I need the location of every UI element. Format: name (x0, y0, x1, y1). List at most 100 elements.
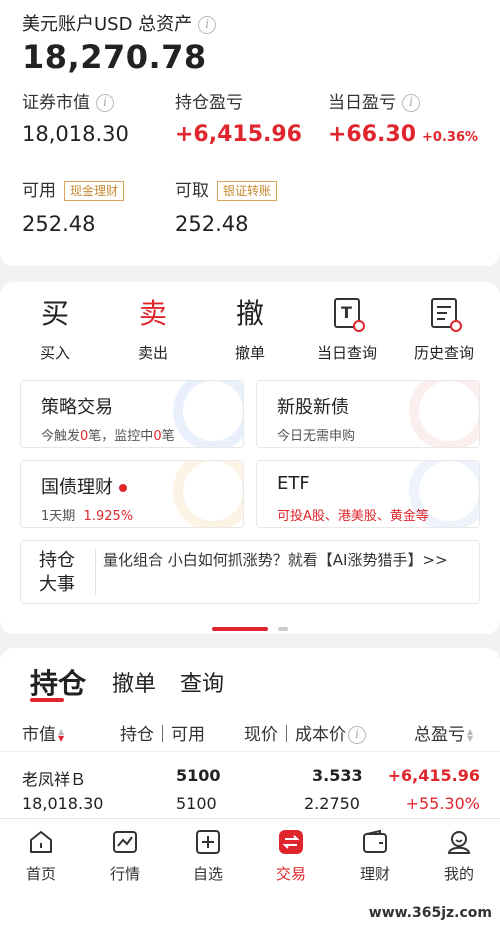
daily-pnl-label: 当日盈亏 (328, 93, 396, 113)
sell-button[interactable]: 卖 卖出 (108, 292, 198, 363)
nav-finance-label: 理财 (359, 865, 390, 883)
sort-icon: ▲ ▼ (58, 727, 65, 743)
cash-finance-tag[interactable]: 现金理财 (64, 181, 125, 201)
divider (95, 549, 96, 595)
available-label: 可用 (22, 181, 56, 201)
etf-sub: 可投A股、港美股、黄金等 (277, 509, 429, 524)
daily-pnl-pct: +0.36% (422, 130, 479, 145)
position-pnl: +6,415.96 (175, 122, 302, 147)
nav-trade[interactable]: 交易 (256, 829, 326, 884)
col-market-value[interactable]: 市值 ▲ ▼ (22, 720, 66, 745)
history-query-label: 历史查询 (413, 344, 474, 362)
market-value-label: 证券市值 (22, 93, 90, 113)
available-label-row: 可用 现金理财 (22, 176, 125, 201)
new-issues-sub: 今日无需申购 (277, 429, 356, 444)
info-icon[interactable]: i (198, 16, 217, 34)
active-tab-indicator (30, 698, 64, 702)
nav-home[interactable]: 首页 (6, 829, 76, 884)
account-title-row: 美元账户USD 总资产 i (22, 10, 217, 36)
sort-icon: ▲ ▼ (467, 727, 474, 743)
new-issues-title: 新股新债 (277, 397, 349, 418)
daily-pnl-row: +66.30 +0.36% (328, 122, 478, 147)
nav-market[interactable]: 行情 (90, 829, 160, 884)
bottom-nav: 首页 行情 自选 交易 理财 我的 www.365jz.com (0, 818, 500, 926)
etf-tile[interactable]: ETF 可投A股、港美股、黄金等 (256, 460, 480, 528)
divider (0, 751, 500, 752)
daily-pnl: +66.30 (328, 122, 417, 147)
nav-home-label: 首页 (25, 865, 56, 883)
home-icon (28, 829, 54, 855)
sell-label: 卖出 (137, 344, 168, 362)
bond-finance-title: 国债理财 (41, 477, 113, 498)
notification-dot (119, 484, 127, 492)
bond-finance-title-row: 国债理财 (41, 473, 127, 499)
wallet-icon (362, 829, 388, 855)
stock-total-pnl: +6,415.96 (387, 766, 480, 785)
watermark-decoration (173, 381, 243, 447)
strategy-trade-title: 策略交易 (41, 397, 113, 418)
cancel-order-icon: 撤 (235, 297, 264, 330)
daily-pnl-label-row: 当日盈亏 i (328, 88, 420, 113)
withdrawable-label: 可取 (175, 181, 209, 201)
sell-icon: 卖 (138, 297, 167, 330)
account-title: 美元账户USD 总资产 (22, 14, 193, 35)
watermark-decoration (409, 381, 479, 447)
col-price-cost[interactable]: 现价｜成本价 i (244, 720, 366, 745)
carousel-dot[interactable] (278, 626, 288, 631)
carousel-dot-active (212, 626, 268, 631)
col-total-pnl[interactable]: 总盈亏 ▲ ▼ (414, 720, 475, 745)
strategy-trade-tile[interactable]: 策略交易 今触发0笔，监控中0笔 (20, 380, 244, 448)
stock-name: 老凤祥Ｂ (22, 770, 87, 789)
today-query-label: 当日查询 (316, 344, 377, 362)
withdrawable-label-row: 可取 银证转账 (175, 176, 278, 201)
plus-box-icon (195, 829, 221, 855)
tab-holdings[interactable]: 持仓 (30, 662, 86, 702)
account-summary-card: 美元账户USD 总资产 i 18,270.78 证券市值 i 18,018.30 持… (0, 0, 500, 266)
nav-market-label: 行情 (109, 865, 140, 883)
tab-query[interactable]: 查询 (180, 666, 224, 698)
strategy-trade-sub: 今触发0笔，监控中0笔 (41, 429, 175, 444)
buy-icon: 买 (40, 297, 69, 330)
nav-mine-label: 我的 (443, 865, 474, 883)
new-issues-tile[interactable]: 新股新债 今日无需申购 (256, 380, 480, 448)
nav-mine[interactable]: 我的 (424, 829, 494, 884)
available-amount: 252.48 (22, 212, 96, 236)
holding-news-text[interactable]: 量化组合 小白如何抓涨势？就看【AI涨势猎手】>> (103, 549, 448, 570)
stock-available: 5100 (176, 794, 217, 813)
user-icon (446, 829, 472, 855)
withdrawable-amount: 252.48 (175, 212, 249, 236)
info-icon[interactable]: i (402, 94, 420, 112)
total-assets: 18,270.78 (22, 38, 207, 76)
today-query-button[interactable]: T 当日查询 (302, 292, 392, 363)
col-position-available[interactable]: 持仓｜可用 (120, 720, 205, 745)
buy-button[interactable]: 买 买入 (10, 292, 100, 363)
stock-cost: 2.2750 (304, 794, 360, 813)
holding-news-banner[interactable]: 持仓大事 量化组合 小白如何抓涨势？就看【AI涨势猎手】>> (20, 540, 480, 604)
today-query-icon: T (302, 292, 392, 336)
trade-icon (278, 829, 304, 855)
buy-label: 买入 (39, 344, 70, 362)
trade-actions-card: 买 买入 卖 卖出 撤 撤单 T 当日查询 历史查询 策略交易 今触发0笔，监控… (0, 282, 500, 634)
etf-title: ETF (277, 473, 310, 494)
carousel-indicator (0, 618, 500, 637)
history-query-button[interactable]: 历史查询 (399, 292, 489, 363)
nav-finance[interactable]: 理财 (340, 829, 410, 884)
site-watermark: www.365jz.com (368, 905, 492, 921)
nav-watchlist-label: 自选 (192, 865, 223, 883)
tab-cancel-orders[interactable]: 撤单 (112, 666, 156, 698)
watermark-decoration (173, 461, 243, 527)
info-icon[interactable]: i (96, 94, 114, 112)
cancel-order-button[interactable]: 撤 撤单 (205, 292, 295, 363)
stock-market-value: 18,018.30 (22, 794, 104, 813)
history-query-icon (399, 292, 489, 336)
bond-finance-sub: 1天期 1.925% (41, 509, 134, 524)
nav-watchlist[interactable]: 自选 (173, 829, 243, 884)
bank-transfer-tag[interactable]: 银证转账 (217, 181, 278, 201)
cancel-order-label: 撤单 (234, 344, 265, 362)
market-value: 18,018.30 (22, 122, 129, 146)
position-pnl-label: 持仓盈亏 (175, 93, 243, 113)
info-icon[interactable]: i (348, 726, 366, 744)
stock-total-pnl-pct: +55.30% (405, 794, 480, 813)
bond-finance-tile[interactable]: 国债理财 1天期 1.925% (20, 460, 244, 528)
chart-icon (112, 829, 138, 855)
